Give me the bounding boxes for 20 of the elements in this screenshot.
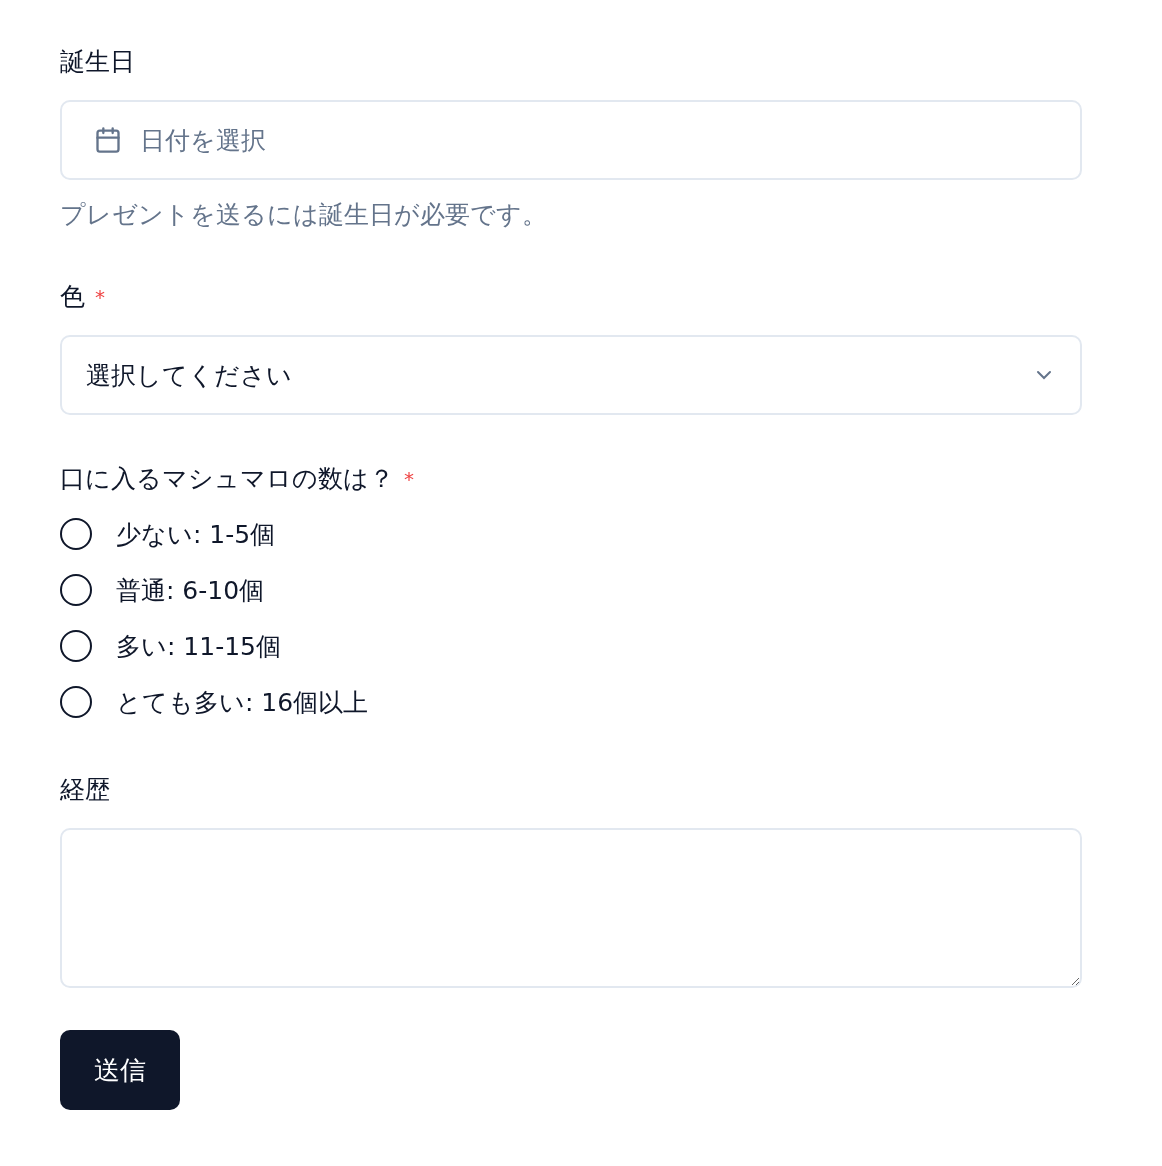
date-picker[interactable]: 日付を選択 — [60, 100, 1082, 180]
field-label: 経歴 — [60, 774, 110, 806]
textarea-field[interactable] — [60, 828, 1082, 988]
required-mark: * — [95, 287, 105, 307]
radio-button[interactable] — [60, 518, 92, 550]
radio-label[interactable]: とても多い: 16個以上 — [116, 685, 369, 719]
calendar-icon — [94, 125, 122, 155]
radio-button[interactable] — [60, 574, 92, 606]
field-label: 誕生日 — [60, 46, 135, 78]
field-description: プレゼントを送るには誕生日が必要です。 — [60, 199, 548, 231]
required-mark: * — [404, 469, 414, 489]
color-select[interactable]: 選択してください — [60, 335, 1082, 415]
radio-label[interactable]: 普通: 6-10個 — [116, 573, 265, 607]
radio-label[interactable]: 少ない: 1-5個 — [116, 517, 276, 551]
submit-button[interactable]: 送信 — [60, 1030, 180, 1110]
radio-button[interactable] — [60, 630, 92, 662]
field-label: 口に入るマシュマロの数は？ — [60, 463, 394, 495]
field-label: 色 — [60, 281, 85, 313]
radio-button[interactable] — [60, 686, 92, 718]
radio-label[interactable]: 多い: 11-15個 — [116, 629, 281, 663]
